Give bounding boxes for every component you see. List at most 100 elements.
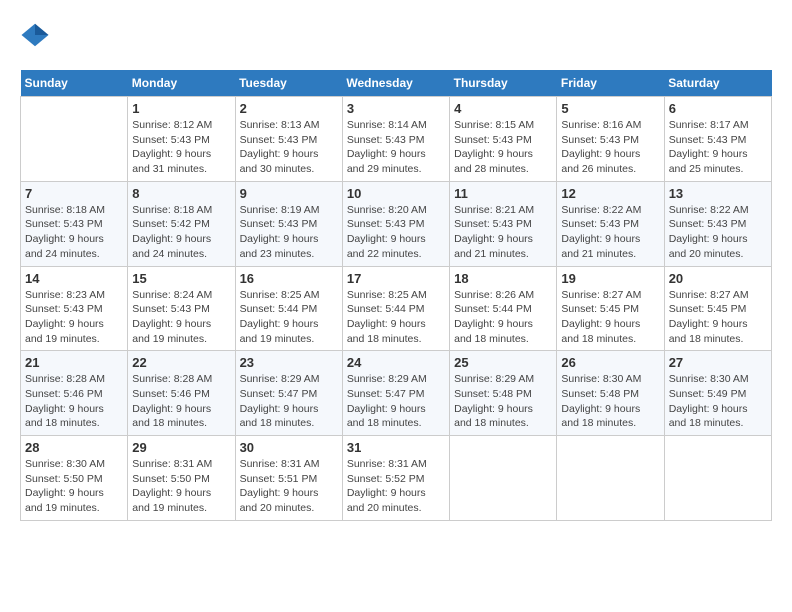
day-number: 13 xyxy=(669,186,767,201)
day-number: 16 xyxy=(240,271,338,286)
day-number: 19 xyxy=(561,271,659,286)
day-number: 23 xyxy=(240,355,338,370)
calendar-cell: 24 Sunrise: 8:29 AMSunset: 5:47 PMDaylig… xyxy=(342,351,449,436)
day-info: Sunrise: 8:28 AMSunset: 5:46 PMDaylight:… xyxy=(132,372,230,431)
header-row: SundayMondayTuesdayWednesdayThursdayFrid… xyxy=(21,70,772,97)
day-number: 28 xyxy=(25,440,123,455)
calendar-cell: 23 Sunrise: 8:29 AMSunset: 5:47 PMDaylig… xyxy=(235,351,342,436)
calendar-cell xyxy=(21,97,128,182)
day-info: Sunrise: 8:27 AMSunset: 5:45 PMDaylight:… xyxy=(669,288,767,347)
day-number: 4 xyxy=(454,101,552,116)
day-number: 30 xyxy=(240,440,338,455)
day-info: Sunrise: 8:30 AMSunset: 5:50 PMDaylight:… xyxy=(25,457,123,516)
day-number: 31 xyxy=(347,440,445,455)
header-day-tuesday: Tuesday xyxy=(235,70,342,97)
day-info: Sunrise: 8:12 AMSunset: 5:43 PMDaylight:… xyxy=(132,118,230,177)
calendar-table: SundayMondayTuesdayWednesdayThursdayFrid… xyxy=(20,70,772,521)
day-number: 9 xyxy=(240,186,338,201)
day-info: Sunrise: 8:22 AMSunset: 5:43 PMDaylight:… xyxy=(561,203,659,262)
calendar-cell: 7 Sunrise: 8:18 AMSunset: 5:43 PMDayligh… xyxy=(21,181,128,266)
logo xyxy=(20,20,54,50)
header xyxy=(20,20,772,58)
day-number: 25 xyxy=(454,355,552,370)
page-container: SundayMondayTuesdayWednesdayThursdayFrid… xyxy=(20,20,772,521)
day-number: 17 xyxy=(347,271,445,286)
calendar-cell: 11 Sunrise: 8:21 AMSunset: 5:43 PMDaylig… xyxy=(450,181,557,266)
calendar-week-1: 1 Sunrise: 8:12 AMSunset: 5:43 PMDayligh… xyxy=(21,97,772,182)
header-day-saturday: Saturday xyxy=(664,70,771,97)
day-info: Sunrise: 8:29 AMSunset: 5:47 PMDaylight:… xyxy=(240,372,338,431)
calendar-cell: 19 Sunrise: 8:27 AMSunset: 5:45 PMDaylig… xyxy=(557,266,664,351)
day-info: Sunrise: 8:27 AMSunset: 5:45 PMDaylight:… xyxy=(561,288,659,347)
day-number: 15 xyxy=(132,271,230,286)
header-day-thursday: Thursday xyxy=(450,70,557,97)
calendar-cell: 16 Sunrise: 8:25 AMSunset: 5:44 PMDaylig… xyxy=(235,266,342,351)
calendar-cell xyxy=(664,436,771,521)
calendar-cell: 31 Sunrise: 8:31 AMSunset: 5:52 PMDaylig… xyxy=(342,436,449,521)
day-number: 27 xyxy=(669,355,767,370)
calendar-cell: 30 Sunrise: 8:31 AMSunset: 5:51 PMDaylig… xyxy=(235,436,342,521)
day-number: 2 xyxy=(240,101,338,116)
day-number: 20 xyxy=(669,271,767,286)
calendar-cell: 1 Sunrise: 8:12 AMSunset: 5:43 PMDayligh… xyxy=(128,97,235,182)
header-day-sunday: Sunday xyxy=(21,70,128,97)
day-info: Sunrise: 8:22 AMSunset: 5:43 PMDaylight:… xyxy=(669,203,767,262)
calendar-body: 1 Sunrise: 8:12 AMSunset: 5:43 PMDayligh… xyxy=(21,97,772,521)
day-number: 8 xyxy=(132,186,230,201)
day-number: 22 xyxy=(132,355,230,370)
calendar-cell: 21 Sunrise: 8:28 AMSunset: 5:46 PMDaylig… xyxy=(21,351,128,436)
header-day-wednesday: Wednesday xyxy=(342,70,449,97)
day-number: 11 xyxy=(454,186,552,201)
calendar-cell: 5 Sunrise: 8:16 AMSunset: 5:43 PMDayligh… xyxy=(557,97,664,182)
day-number: 24 xyxy=(347,355,445,370)
calendar-cell: 18 Sunrise: 8:26 AMSunset: 5:44 PMDaylig… xyxy=(450,266,557,351)
day-info: Sunrise: 8:18 AMSunset: 5:42 PMDaylight:… xyxy=(132,203,230,262)
day-info: Sunrise: 8:29 AMSunset: 5:47 PMDaylight:… xyxy=(347,372,445,431)
calendar-cell: 22 Sunrise: 8:28 AMSunset: 5:46 PMDaylig… xyxy=(128,351,235,436)
day-info: Sunrise: 8:30 AMSunset: 5:49 PMDaylight:… xyxy=(669,372,767,431)
calendar-cell: 17 Sunrise: 8:25 AMSunset: 5:44 PMDaylig… xyxy=(342,266,449,351)
calendar-cell: 8 Sunrise: 8:18 AMSunset: 5:42 PMDayligh… xyxy=(128,181,235,266)
day-info: Sunrise: 8:25 AMSunset: 5:44 PMDaylight:… xyxy=(347,288,445,347)
day-number: 7 xyxy=(25,186,123,201)
calendar-header: SundayMondayTuesdayWednesdayThursdayFrid… xyxy=(21,70,772,97)
day-info: Sunrise: 8:30 AMSunset: 5:48 PMDaylight:… xyxy=(561,372,659,431)
day-info: Sunrise: 8:31 AMSunset: 5:52 PMDaylight:… xyxy=(347,457,445,516)
day-info: Sunrise: 8:15 AMSunset: 5:43 PMDaylight:… xyxy=(454,118,552,177)
calendar-week-4: 21 Sunrise: 8:28 AMSunset: 5:46 PMDaylig… xyxy=(21,351,772,436)
header-day-friday: Friday xyxy=(557,70,664,97)
day-number: 12 xyxy=(561,186,659,201)
calendar-cell: 20 Sunrise: 8:27 AMSunset: 5:45 PMDaylig… xyxy=(664,266,771,351)
calendar-cell: 29 Sunrise: 8:31 AMSunset: 5:50 PMDaylig… xyxy=(128,436,235,521)
calendar-cell: 14 Sunrise: 8:23 AMSunset: 5:43 PMDaylig… xyxy=(21,266,128,351)
day-info: Sunrise: 8:18 AMSunset: 5:43 PMDaylight:… xyxy=(25,203,123,262)
calendar-cell: 2 Sunrise: 8:13 AMSunset: 5:43 PMDayligh… xyxy=(235,97,342,182)
day-info: Sunrise: 8:31 AMSunset: 5:50 PMDaylight:… xyxy=(132,457,230,516)
day-number: 14 xyxy=(25,271,123,286)
calendar-week-2: 7 Sunrise: 8:18 AMSunset: 5:43 PMDayligh… xyxy=(21,181,772,266)
calendar-cell: 6 Sunrise: 8:17 AMSunset: 5:43 PMDayligh… xyxy=(664,97,771,182)
day-info: Sunrise: 8:25 AMSunset: 5:44 PMDaylight:… xyxy=(240,288,338,347)
day-info: Sunrise: 8:28 AMSunset: 5:46 PMDaylight:… xyxy=(25,372,123,431)
day-info: Sunrise: 8:16 AMSunset: 5:43 PMDaylight:… xyxy=(561,118,659,177)
day-number: 5 xyxy=(561,101,659,116)
calendar-cell: 15 Sunrise: 8:24 AMSunset: 5:43 PMDaylig… xyxy=(128,266,235,351)
calendar-cell: 12 Sunrise: 8:22 AMSunset: 5:43 PMDaylig… xyxy=(557,181,664,266)
calendar-cell: 10 Sunrise: 8:20 AMSunset: 5:43 PMDaylig… xyxy=(342,181,449,266)
day-number: 1 xyxy=(132,101,230,116)
day-number: 29 xyxy=(132,440,230,455)
day-number: 26 xyxy=(561,355,659,370)
day-info: Sunrise: 8:24 AMSunset: 5:43 PMDaylight:… xyxy=(132,288,230,347)
day-number: 18 xyxy=(454,271,552,286)
day-info: Sunrise: 8:21 AMSunset: 5:43 PMDaylight:… xyxy=(454,203,552,262)
day-info: Sunrise: 8:13 AMSunset: 5:43 PMDaylight:… xyxy=(240,118,338,177)
day-number: 21 xyxy=(25,355,123,370)
calendar-cell: 3 Sunrise: 8:14 AMSunset: 5:43 PMDayligh… xyxy=(342,97,449,182)
day-number: 10 xyxy=(347,186,445,201)
logo-icon xyxy=(20,20,50,50)
day-info: Sunrise: 8:17 AMSunset: 5:43 PMDaylight:… xyxy=(669,118,767,177)
day-info: Sunrise: 8:14 AMSunset: 5:43 PMDaylight:… xyxy=(347,118,445,177)
header-day-monday: Monday xyxy=(128,70,235,97)
day-number: 3 xyxy=(347,101,445,116)
calendar-cell: 13 Sunrise: 8:22 AMSunset: 5:43 PMDaylig… xyxy=(664,181,771,266)
